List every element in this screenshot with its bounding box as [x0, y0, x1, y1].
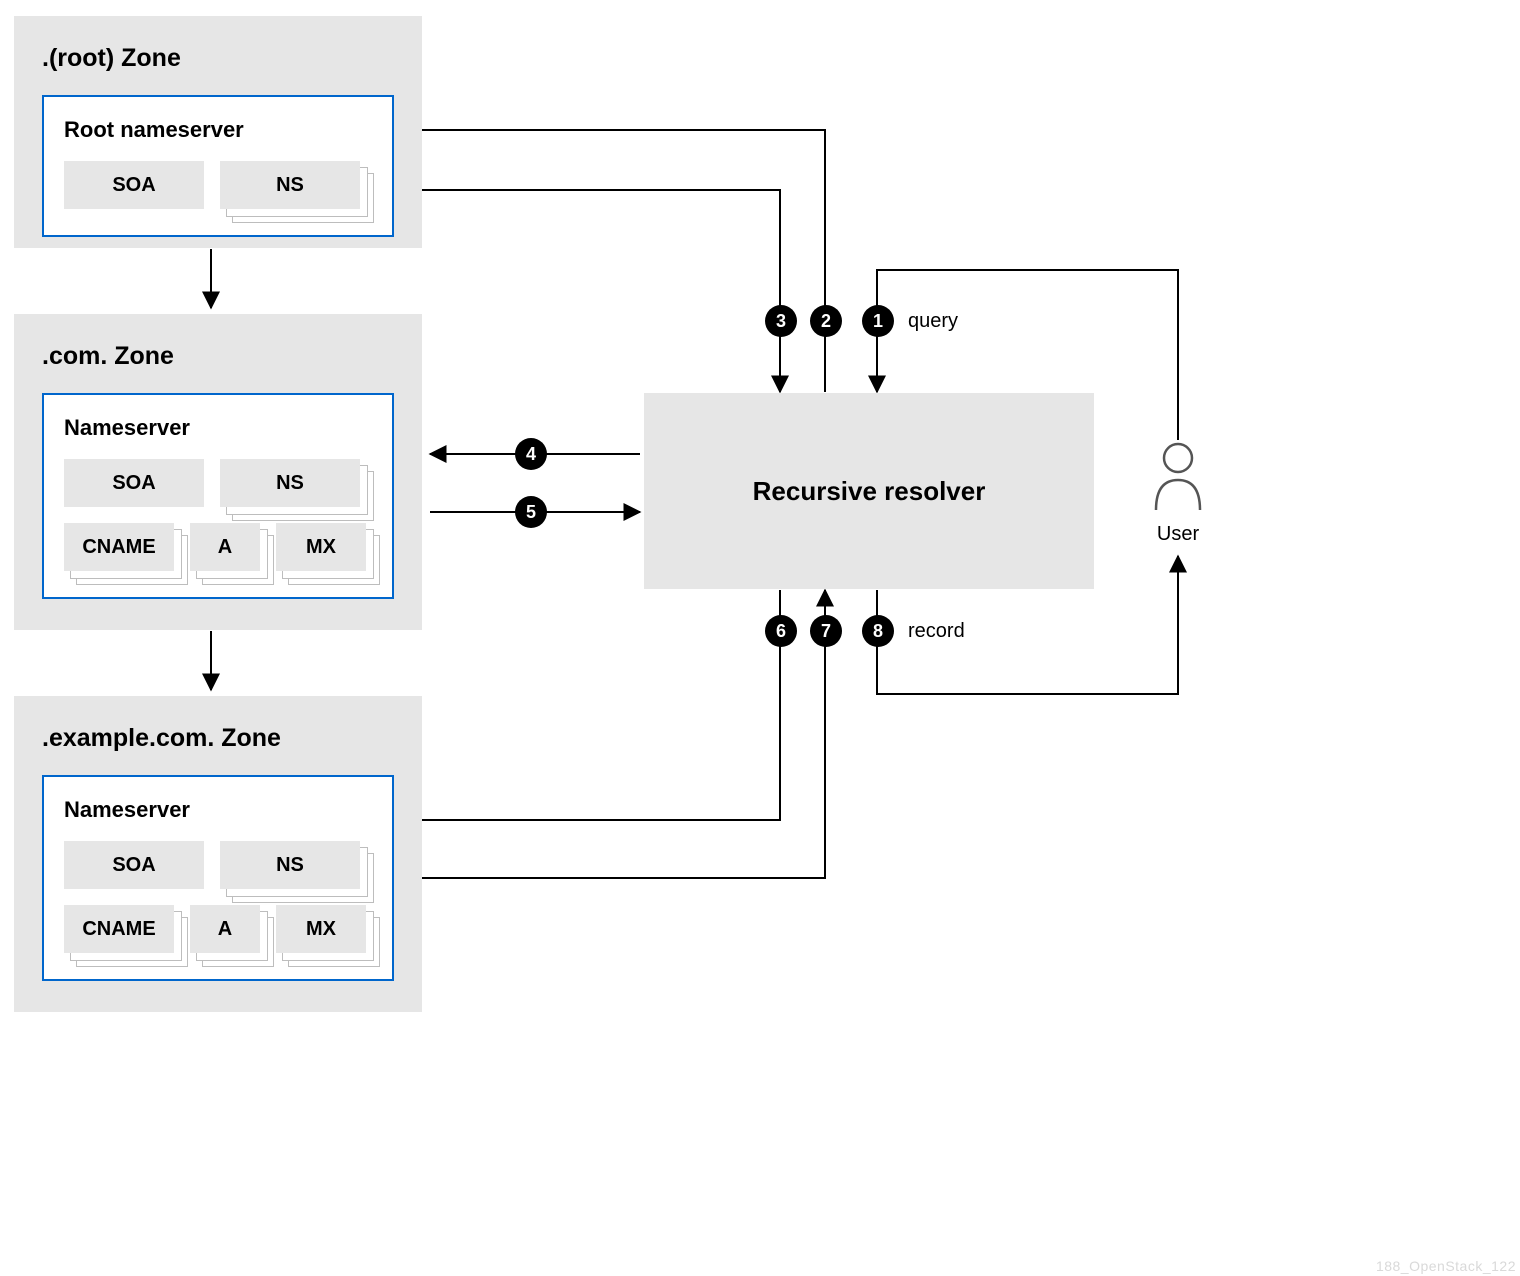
recursive-resolver-box: Recursive resolver	[644, 393, 1094, 589]
zone-example: .example.com. Zone Nameserver SOA NS CNA…	[14, 696, 422, 1012]
record-a: A	[190, 905, 260, 953]
step-badge-2: 2	[810, 305, 842, 337]
arrow-step-6	[398, 590, 780, 820]
record-soa: SOA	[64, 459, 204, 507]
example-nameserver-title: Nameserver	[64, 797, 372, 823]
user-caption: User	[1150, 523, 1206, 546]
zone-example-title: .example.com. Zone	[42, 724, 394, 753]
root-nameserver-box: Root nameserver SOA NS	[42, 95, 394, 237]
step-badge-1: 1	[862, 305, 894, 337]
user-icon	[1150, 440, 1206, 512]
com-nameserver-title: Nameserver	[64, 415, 372, 441]
record-soa: SOA	[64, 841, 204, 889]
record-cname: CNAME	[64, 905, 174, 953]
arrow-step-7	[388, 590, 825, 878]
example-nameserver-box: Nameserver SOA NS CNAME	[42, 775, 394, 981]
com-nameserver-box: Nameserver SOA NS CNAME	[42, 393, 394, 599]
zone-com: .com. Zone Nameserver SOA NS CNAME	[14, 314, 422, 630]
record-ns: NS	[220, 161, 360, 209]
arrow-step-2	[398, 130, 825, 392]
record-a: A	[190, 523, 260, 571]
arrow-step-3	[388, 190, 780, 392]
record-mx: MX	[276, 523, 366, 571]
step-label-record: record	[908, 620, 965, 643]
user-node: User	[1150, 440, 1206, 546]
step-badge-6: 6	[765, 615, 797, 647]
zone-com-title: .com. Zone	[42, 342, 394, 371]
record-soa: SOA	[64, 161, 204, 209]
zone-root-title: .(root) Zone	[42, 44, 394, 73]
step-label-query: query	[908, 310, 958, 333]
step-badge-7: 7	[810, 615, 842, 647]
record-mx: MX	[276, 905, 366, 953]
step-badge-8: 8	[862, 615, 894, 647]
step-badge-5: 5	[515, 496, 547, 528]
recursive-resolver-label: Recursive resolver	[753, 476, 986, 507]
record-cname: CNAME	[64, 523, 174, 571]
zone-root: .(root) Zone Root nameserver SOA NS	[14, 16, 422, 248]
record-ns: NS	[220, 841, 360, 889]
record-ns: NS	[220, 459, 360, 507]
root-nameserver-title: Root nameserver	[64, 117, 372, 143]
step-badge-3: 3	[765, 305, 797, 337]
step-badge-4: 4	[515, 438, 547, 470]
watermark-text: 188_OpenStack_122	[1376, 1258, 1516, 1274]
